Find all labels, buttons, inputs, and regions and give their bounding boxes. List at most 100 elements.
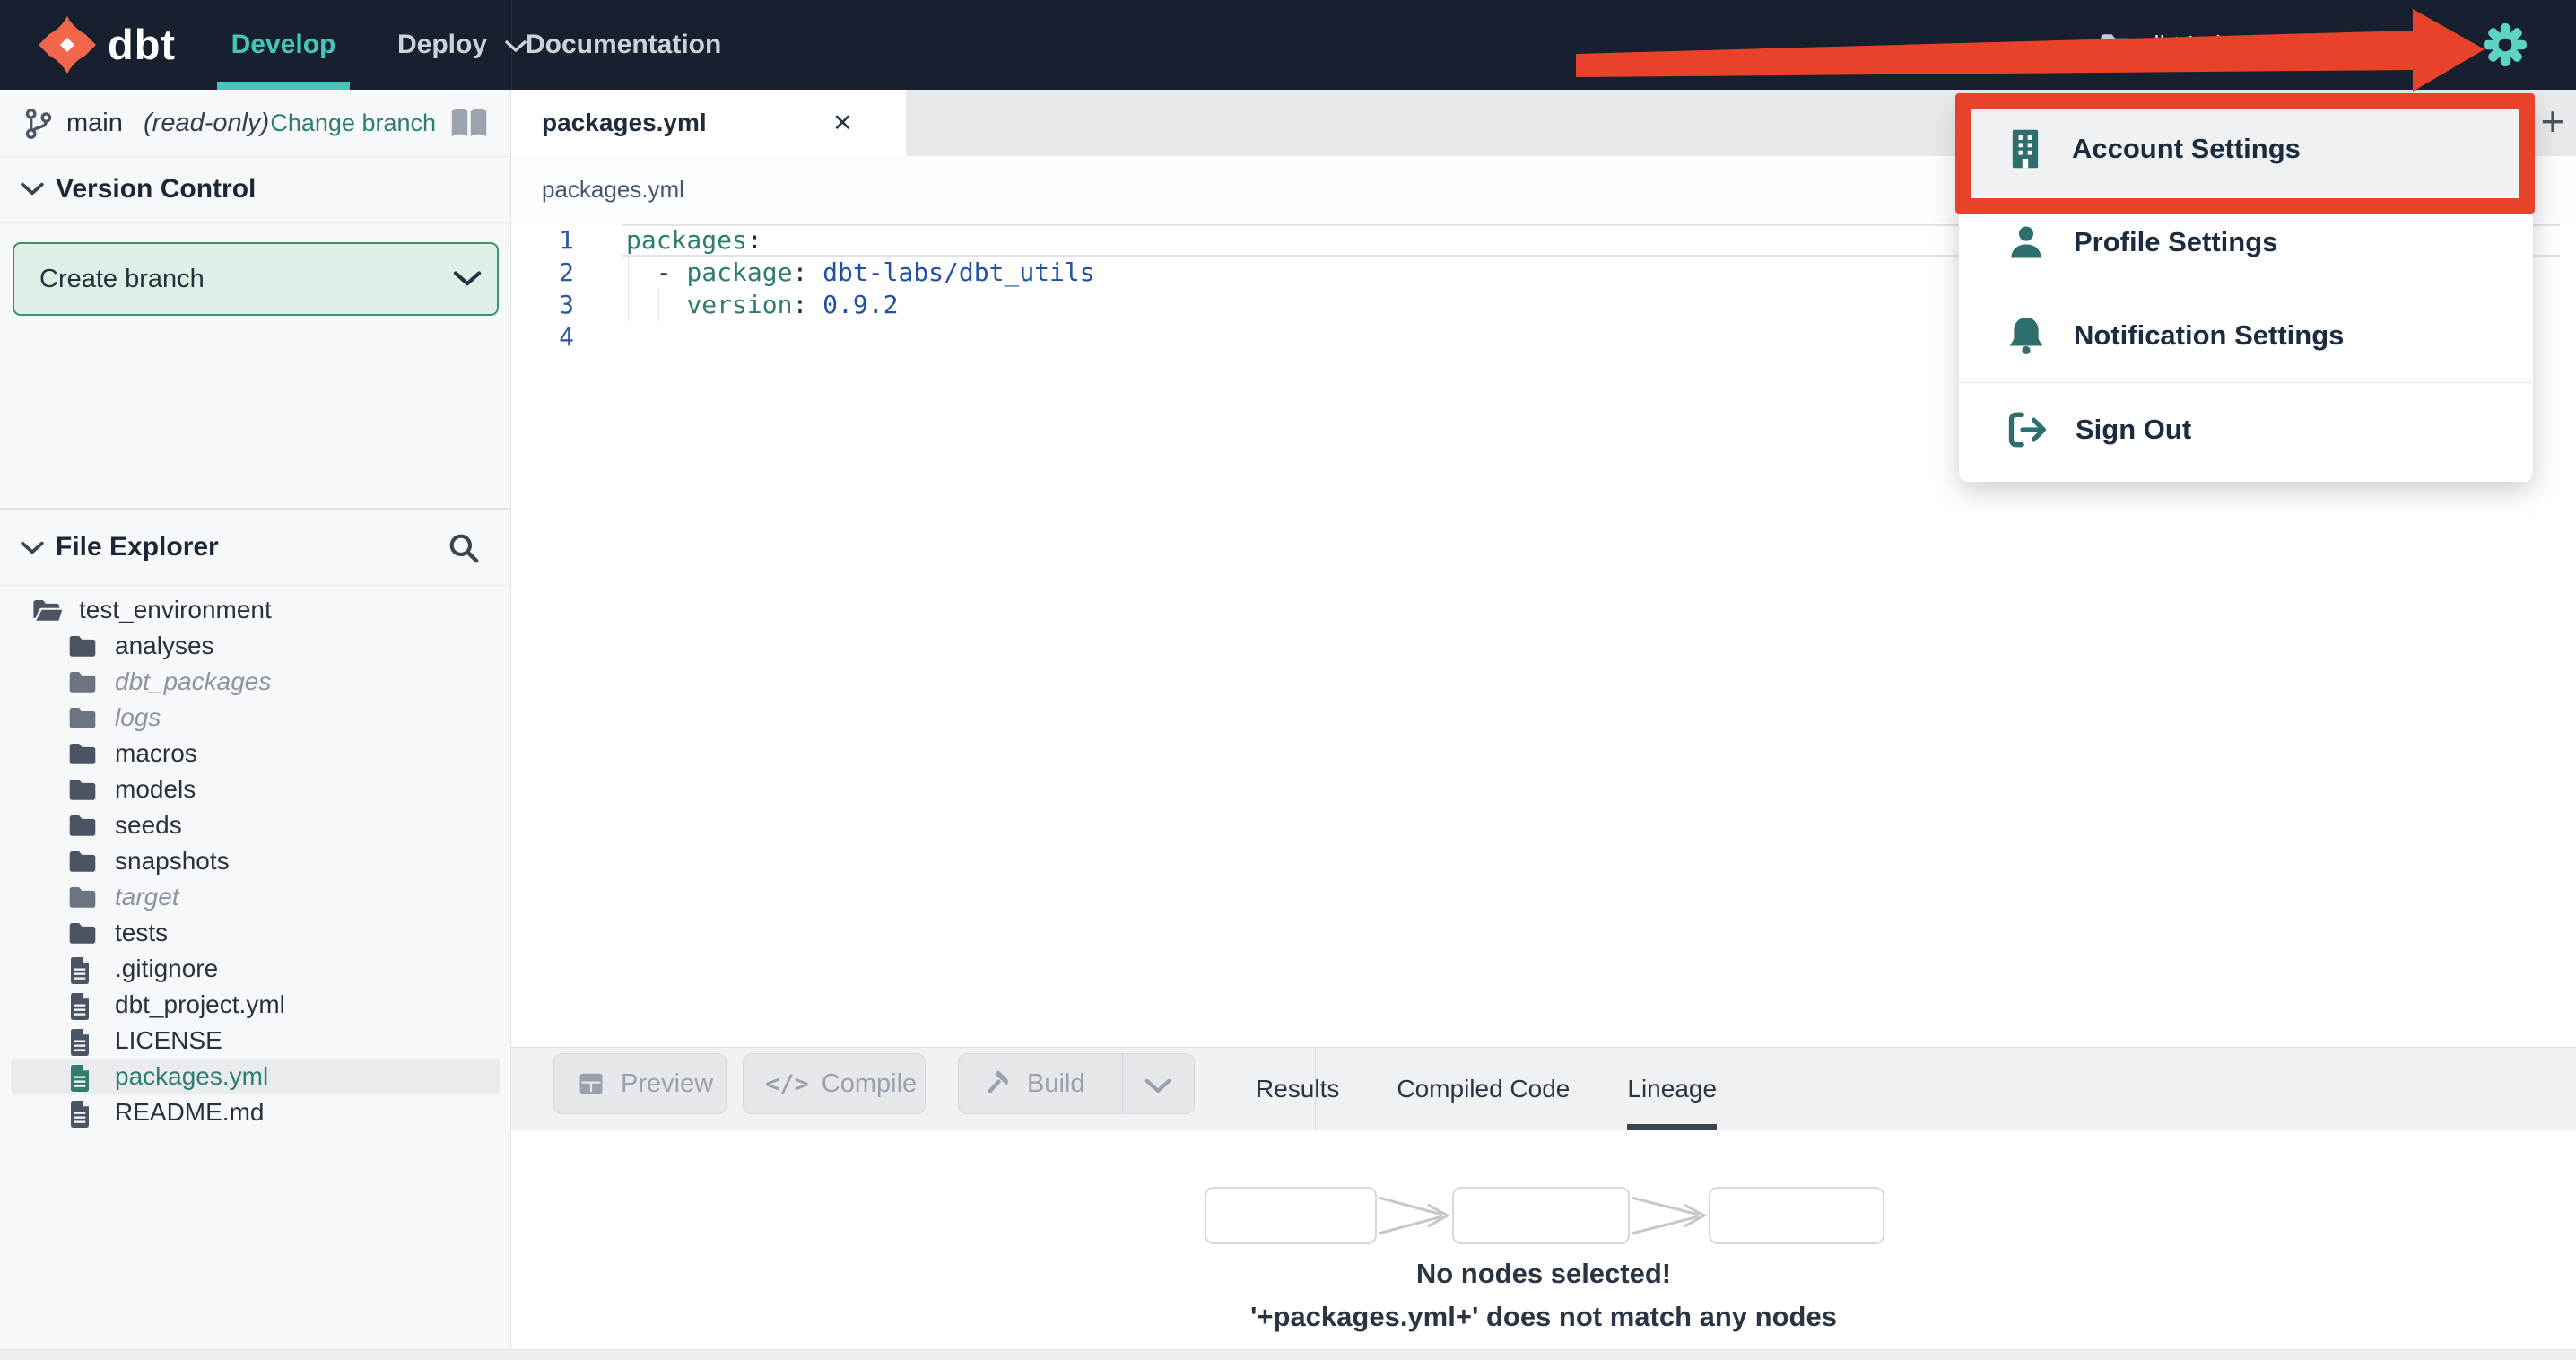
active-tab-underline (217, 82, 350, 90)
search-icon[interactable] (447, 531, 481, 565)
breadcrumb: packages.yml (542, 176, 684, 203)
dbt-logo-icon[interactable] (38, 15, 97, 74)
build-button[interactable]: Build (958, 1053, 1195, 1114)
person-icon (2007, 223, 2045, 261)
nav-tab-documentation[interactable]: Documentation (526, 0, 721, 90)
line-number: 1 (559, 225, 574, 255)
new-tab-button[interactable]: + (2529, 90, 2576, 156)
bell-icon (2007, 315, 2045, 356)
left-sidebar: main (read-only) Change branch Version C… (0, 90, 511, 1360)
folder-icon (69, 671, 96, 693)
chevron-down-icon (505, 40, 527, 52)
lineage-empty-title: No nodes selected! (1415, 1258, 1672, 1289)
folder-row-tests[interactable]: tests (0, 915, 511, 951)
folder-icon (2101, 34, 2131, 58)
annotation-highlight-box (1955, 93, 2535, 214)
compile-button[interactable]: </> Compile (743, 1053, 926, 1114)
gear-icon[interactable] (2483, 22, 2528, 67)
folder-row-logs[interactable]: logs (0, 700, 511, 736)
build-label: Build (1027, 1068, 1085, 1098)
menu-item-notification-settings[interactable]: Notification Settings (1959, 289, 2533, 382)
tab-results[interactable]: Results (1256, 1048, 1339, 1130)
folder-icon (69, 922, 96, 944)
folder-row-dbt-packages[interactable]: dbt_packages (0, 664, 511, 700)
tab-packages-yml[interactable]: packages.yml ✕ (511, 90, 906, 156)
nav-tab-develop[interactable]: Develop (217, 0, 350, 90)
bottom-action-bar: Preview </> Compile Build Results Compil… (511, 1047, 2576, 1130)
folder-row-test-environment[interactable]: test_environment (0, 592, 511, 628)
folder-row-snapshots[interactable]: snapshots (0, 843, 511, 879)
folder-row-macros[interactable]: macros (0, 736, 511, 772)
preview-label: Preview (621, 1068, 714, 1098)
file-row-dbt-project[interactable]: dbt_project.yml (0, 987, 511, 1023)
file-row-license[interactable]: LICENSE (0, 1023, 511, 1059)
chevron-down-icon[interactable] (452, 269, 483, 289)
preview-button[interactable]: Preview (553, 1053, 727, 1114)
file-icon (71, 1029, 89, 1056)
folder-row-analyses[interactable]: analyses (0, 628, 511, 664)
git-branch-icon (25, 109, 52, 139)
file-row-readme[interactable]: README.md (0, 1094, 511, 1130)
file-icon (71, 993, 89, 1020)
folder-icon (69, 779, 96, 800)
folder-row-seeds[interactable]: seeds (0, 807, 511, 843)
file-icon (71, 1065, 89, 1092)
folder-row-target[interactable]: target (0, 879, 511, 915)
table-icon (578, 1070, 605, 1097)
create-branch-button[interactable]: Create branch (13, 242, 499, 316)
file-explorer-title: File Explorer (56, 532, 219, 562)
indent-guide (628, 289, 629, 321)
result-tabs: Results Compiled Code Lineage (1256, 1048, 1717, 1130)
line-number: 3 (559, 290, 574, 319)
lineage-panel: No nodes selected! '+packages.yml+' does… (511, 1130, 2576, 1349)
menu-item-sign-out[interactable]: Sign Out (1959, 383, 2533, 476)
tab-title: packages.yml (542, 109, 707, 136)
file-tree: test_environment analyses dbt_packages l… (0, 592, 511, 1130)
create-branch-label: Create branch (39, 265, 205, 293)
dbt-cloud-ide: dbt Develop Deploy Documentation dbt Lab… (0, 0, 2576, 1360)
folder-icon (69, 635, 96, 657)
tab-compiled-code[interactable]: Compiled Code (1397, 1048, 1570, 1130)
version-control-title: Version Control (56, 174, 257, 204)
folder-icon (69, 743, 96, 764)
branch-readonly-label: (read-only) (144, 109, 270, 137)
nav-tab-deploy[interactable]: Deploy (384, 0, 500, 90)
folder-icon (69, 850, 96, 872)
file-explorer-header[interactable]: File Explorer (0, 508, 511, 586)
current-branch-name: main (66, 109, 123, 137)
version-control-header[interactable]: Version Control (0, 156, 511, 223)
line-number-gutter: 1 2 3 4 (511, 224, 622, 353)
sign-out-icon (2007, 412, 2047, 448)
horizontal-scrollbar[interactable] (0, 1349, 2576, 1360)
folder-icon (69, 707, 96, 728)
file-row-gitignore[interactable]: .gitignore (0, 951, 511, 987)
account-breadcrumb[interactable]: dbt Labs / Analytics (2145, 0, 2362, 90)
folder-icon (69, 886, 96, 908)
lineage-empty-detail: '+packages.yml+' does not match any node… (1250, 1301, 1837, 1332)
file-row-packages-selected[interactable]: packages.yml (11, 1059, 500, 1094)
indent-guide (628, 257, 629, 289)
compile-label: Compile (821, 1068, 918, 1098)
line-number: 2 (559, 257, 574, 287)
chevron-down-icon[interactable] (1144, 1077, 1172, 1095)
chevron-down-icon (21, 541, 44, 554)
change-branch-link[interactable]: Change branch (270, 90, 436, 156)
line-number: 4 (559, 322, 574, 352)
chevron-down-icon (21, 182, 44, 196)
button-split-divider (1122, 1054, 1123, 1113)
close-icon[interactable]: ✕ (832, 90, 853, 156)
docs-book-icon[interactable] (450, 108, 488, 140)
file-icon (71, 1101, 89, 1128)
brand-wordmark[interactable]: dbt (108, 0, 176, 90)
code-icon: </> (765, 1069, 809, 1098)
help-icon[interactable]: ? (2422, 29, 2461, 68)
hammer-icon (982, 1069, 1011, 1098)
indent-guide (658, 289, 659, 321)
folder-icon (69, 815, 96, 836)
top-navbar: dbt Develop Deploy Documentation dbt Lab… (0, 0, 2576, 90)
tab-lineage[interactable]: Lineage (1627, 1048, 1717, 1130)
branch-bar: main (read-only) Change branch (0, 90, 511, 157)
folder-open-icon (33, 599, 63, 621)
folder-row-models[interactable]: models (0, 772, 511, 807)
file-icon (71, 957, 89, 984)
